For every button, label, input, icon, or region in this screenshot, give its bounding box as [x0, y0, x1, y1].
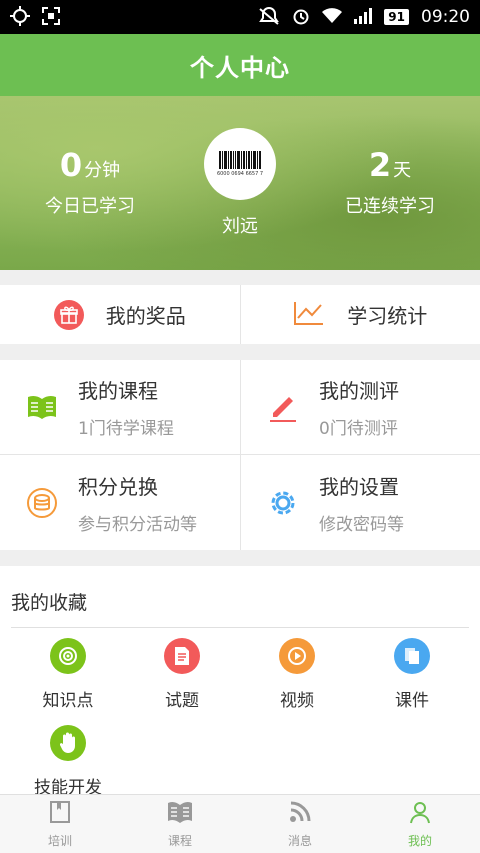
line-chart-icon	[293, 300, 325, 330]
files-icon	[394, 638, 430, 674]
bottom-tab-bar: 培训 课程 消息 我的	[0, 794, 480, 853]
open-book-icon	[167, 800, 193, 828]
my-evaluations-sub: 0门待测评	[319, 419, 398, 439]
quick-actions: 我的奖品 学习统计	[0, 285, 480, 344]
status-time: 09:20	[421, 7, 470, 27]
fav-coursewares-label: 课件	[395, 691, 429, 711]
my-settings-title: 我的设置	[319, 474, 399, 499]
status-bar: 91 09:20	[0, 0, 480, 34]
tab-me[interactable]: 我的	[360, 795, 480, 853]
wifi-icon	[322, 7, 343, 27]
open-book-icon	[26, 391, 58, 423]
favorites-section: 我的收藏 知识点 试题 视频 课件 技能开发	[0, 566, 480, 798]
mute-icon	[258, 6, 280, 28]
my-evaluations-title: 我的测评	[319, 379, 399, 403]
my-courses-title: 我的课程	[78, 379, 158, 403]
points-exchange-sub: 参与积分活动等	[78, 514, 197, 535]
target-icon	[50, 638, 86, 674]
hand-icon	[50, 725, 86, 761]
today-study-label: 今日已学习	[45, 196, 135, 217]
points-exchange-button[interactable]: 积分兑换 参与积分活动等	[0, 455, 240, 550]
streak-stat: 2天 已连续学习	[300, 146, 480, 218]
fav-videos-button[interactable]: 视频	[242, 638, 352, 711]
profile-hero: 0 分钟 今日已学习 6000 0694 6657 7 刘远 2天 已连续学习	[0, 96, 480, 270]
today-study-stat: 0 分钟 今日已学习	[0, 146, 180, 218]
crosshair-icon	[10, 5, 30, 29]
my-evaluations-button[interactable]: 我的测评 0门待测评	[240, 360, 480, 455]
tab-courses-label: 课程	[167, 833, 192, 848]
fav-questions-label: 试题	[165, 691, 199, 711]
play-icon	[279, 638, 315, 674]
today-minutes-unit: 分钟	[84, 160, 121, 181]
avatar[interactable]: 6000 0694 6657 7	[204, 128, 276, 200]
gift-icon	[53, 299, 84, 330]
rss-icon	[288, 800, 312, 828]
favorites-title: 我的收藏	[11, 592, 88, 614]
my-prizes-label: 我的奖品	[105, 304, 186, 328]
alarm-icon	[292, 7, 310, 28]
my-courses-sub: 1门待学课程	[78, 419, 174, 439]
tab-me-label: 我的	[407, 833, 432, 848]
my-settings-sub: 修改密码等	[319, 514, 404, 535]
user-icon	[408, 800, 432, 828]
streak-label: 已连续学习	[345, 196, 435, 217]
tab-training-label: 培训	[47, 833, 72, 848]
barcode-image	[219, 151, 261, 169]
fav-skills-button[interactable]: 技能开发	[13, 725, 123, 798]
today-minutes-value: 0	[59, 146, 83, 184]
tab-messages[interactable]: 消息	[240, 795, 360, 853]
page-title: 个人中心	[190, 53, 290, 82]
gear-icon	[267, 487, 299, 519]
points-exchange-title: 积分兑换	[78, 474, 158, 499]
study-stats-label: 学习统计	[347, 304, 428, 328]
app-header: 个人中心	[0, 34, 480, 96]
book-icon	[48, 800, 72, 828]
fav-questions-button[interactable]: 试题	[127, 638, 237, 711]
tab-courses[interactable]: 课程	[120, 795, 240, 853]
tab-training[interactable]: 培训	[0, 795, 120, 853]
tab-messages-label: 消息	[287, 833, 312, 848]
feature-grid: 我的课程 1门待学课程 我的测评 0门待测评 积分兑换 参与积分活动等 我的设置…	[0, 360, 480, 550]
fav-knowledge-label: 知识点	[42, 691, 94, 711]
favorites-divider	[11, 627, 469, 628]
pen-icon	[267, 391, 299, 423]
screenshot-icon	[42, 6, 60, 28]
streak-days-value: 2	[368, 146, 392, 184]
coins-icon	[26, 487, 58, 519]
signal-icon	[354, 7, 373, 27]
document-icon	[164, 638, 200, 674]
streak-days-unit: 天	[393, 160, 412, 181]
my-prizes-button[interactable]: 我的奖品	[0, 285, 240, 344]
fav-videos-label: 视频	[280, 691, 314, 711]
study-stats-button[interactable]: 学习统计	[239, 285, 480, 344]
battery-indicator: 91	[384, 9, 409, 25]
fav-knowledge-button[interactable]: 知识点	[13, 638, 123, 711]
barcode-text: 6000 0694 6657 7	[216, 171, 264, 177]
fav-coursewares-button[interactable]: 课件	[357, 638, 467, 711]
my-courses-button[interactable]: 我的课程 1门待学课程	[0, 360, 240, 455]
my-settings-button[interactable]: 我的设置 修改密码等	[240, 455, 480, 550]
user-name: 刘远	[222, 216, 258, 237]
